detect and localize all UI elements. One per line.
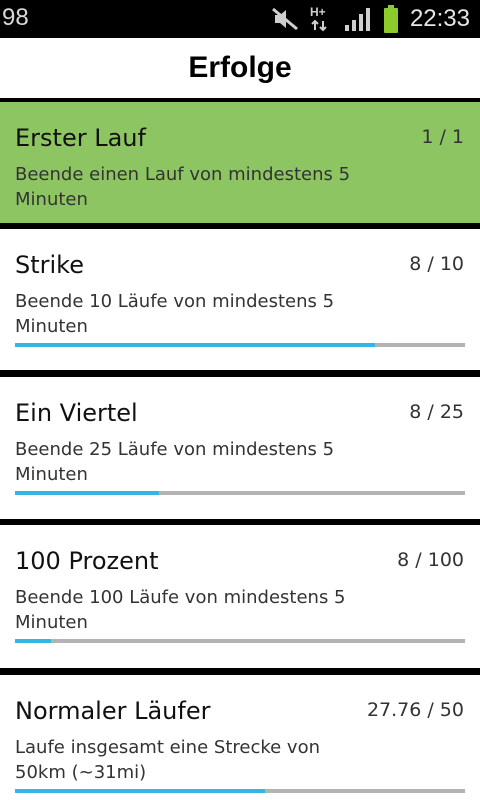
status-left-text: 98	[2, 4, 29, 31]
achievement-card[interactable]: Erster Lauf 1 / 1 Beende einen Lauf von …	[0, 102, 480, 223]
progress-bar-fill	[15, 343, 375, 347]
status-icons: H+ 22:33	[271, 4, 470, 34]
progress-bar	[15, 343, 465, 347]
achievement-card[interactable]: Ein Viertel 8 / 25 Beende 25 Läufe von m…	[0, 377, 480, 519]
achievement-title: Erster Lauf	[15, 124, 146, 152]
achievement-progress-text: 8 / 10	[409, 253, 464, 275]
achievement-title: Ein Viertel	[15, 399, 138, 427]
progress-bar-fill	[15, 789, 265, 793]
achievement-description: Beende einen Lauf von mindestens 5 Minut…	[15, 164, 351, 210]
achievement-title: 100 Prozent	[15, 547, 159, 575]
achievement-title: Strike	[15, 251, 84, 279]
progress-bar	[15, 491, 465, 495]
achievement-description: Laufe insgesamt eine Strecke von 50km (~…	[15, 737, 320, 783]
status-bar: 98 H+ 22:33	[0, 0, 480, 38]
achievement-description: Beende 100 Läufe von mindestens 5 Minute…	[15, 587, 346, 633]
battery-icon	[383, 5, 398, 33]
signal-icon	[344, 7, 372, 31]
achievement-progress-text: 8 / 100	[397, 549, 464, 571]
achievement-title: Normaler Läufer	[15, 697, 211, 725]
achievement-progress-text: 8 / 25	[409, 401, 464, 423]
achievement-card[interactable]: 100 Prozent 8 / 100 Beende 100 Läufe von…	[0, 525, 480, 668]
achievement-card[interactable]: Strike 8 / 10 Beende 10 Läufe von mindes…	[0, 229, 480, 370]
achievement-progress-text: 27.76 / 50	[366, 699, 464, 721]
page-title: Erfolge	[188, 51, 292, 84]
mute-icon	[271, 7, 298, 31]
progress-bar	[15, 789, 465, 793]
achievement-progress-text: 1 / 1	[421, 126, 464, 148]
progress-bar-fill	[15, 639, 51, 643]
progress-bar-fill	[15, 491, 159, 495]
achievement-description: Beende 25 Läufe von mindestens 5 Minuten	[15, 439, 335, 485]
network-label: H+	[310, 5, 326, 19]
progress-bar	[15, 639, 465, 643]
action-bar: Erfolge	[0, 38, 480, 98]
network-hplus-icon: H+	[310, 5, 332, 33]
clock: 22:33	[409, 5, 470, 32]
achievement-description: Beende 10 Läufe von mindestens 5 Minuten	[15, 291, 335, 337]
achievement-card[interactable]: Normaler Läufer 27.76 / 50 Laufe insgesa…	[0, 675, 480, 800]
